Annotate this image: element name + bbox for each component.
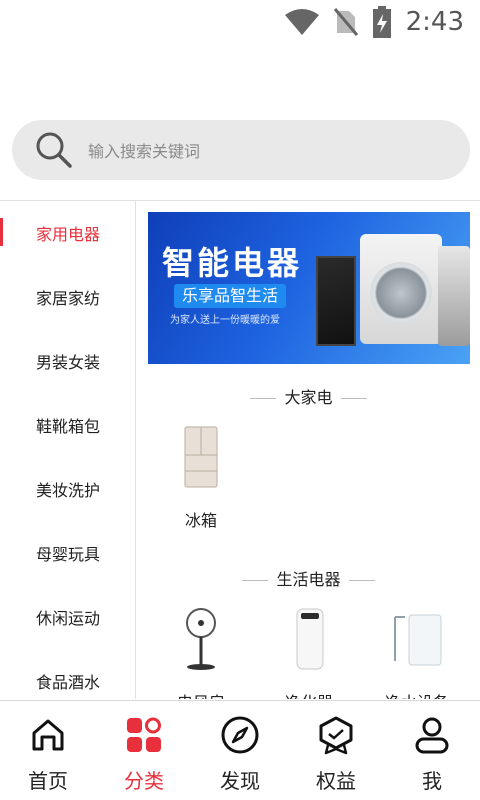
fan-icon: [186, 608, 216, 670]
tab-benefits[interactable]: 权益: [288, 701, 384, 800]
banner-pill: 乐享品智生活: [174, 284, 287, 308]
category-content: 智能电器 乐享品智生活 为家人送上一份暖暖的爱 大家电 冰箱 生活电器 电风扇: [137, 201, 480, 699]
product-label: 冰箱: [184, 511, 217, 530]
tab-label: 分类: [124, 769, 164, 793]
promo-banner[interactable]: 智能电器 乐享品智生活 为家人送上一份暖暖的爱: [148, 212, 470, 364]
tab-label: 权益: [316, 769, 356, 793]
sidebar-item-label: 家用电器: [36, 225, 101, 244]
sidebar-item-label: 美妆洗护: [36, 481, 101, 500]
sidebar-item-appliances[interactable]: 家用电器: [0, 201, 135, 265]
bottom-tab-bar: 首页 分类 发现 权益 我: [0, 700, 480, 800]
compass-icon: [221, 716, 259, 754]
sidebar-item-food-drinks[interactable]: 食品酒水: [0, 649, 135, 699]
status-bar: 2:43: [0, 0, 480, 48]
fridge-icon: [184, 426, 218, 488]
search-bar[interactable]: 输入搜索关键词: [12, 120, 470, 180]
sidebar-item-label: 男装女装: [36, 353, 101, 372]
sidebar-item-home-textiles[interactable]: 家居家纺: [0, 265, 135, 329]
category-icon: [127, 717, 161, 752]
banner-headline: 智能电器: [162, 244, 303, 282]
tab-home[interactable]: 首页: [0, 701, 96, 800]
user-icon: [415, 717, 449, 754]
sidebar-item-label: 鞋靴箱包: [36, 417, 101, 436]
status-time: 2:43: [405, 7, 464, 37]
product-fridge[interactable]: 冰箱: [151, 425, 251, 531]
product-fan[interactable]: 电风扇: [151, 607, 251, 699]
sidebar-item-beauty[interactable]: 美妆洗护: [0, 457, 135, 521]
sidebar-item-sports[interactable]: 休闲运动: [0, 585, 135, 649]
category-sidebar: 家用电器 家居家纺 男装女装 鞋靴箱包 美妆洗护 母婴玩具 休闲运动 食品酒水: [0, 201, 136, 699]
tab-label: 我: [422, 769, 442, 793]
sidebar-item-shoes-bags[interactable]: 鞋靴箱包: [0, 393, 135, 457]
product-water-purifier[interactable]: 净水设备: [367, 607, 467, 699]
product-label: 电风扇: [151, 689, 251, 699]
dryer-image: [438, 246, 470, 346]
sidebar-item-baby-toys[interactable]: 母婴玩具: [0, 521, 135, 585]
sidebar-item-label: 母婴玩具: [36, 545, 101, 564]
product-label: 净水设备: [367, 689, 467, 699]
no-sim-icon: [333, 8, 358, 36]
section-title: 生活电器: [137, 566, 480, 590]
search-icon: [36, 132, 72, 168]
tab-label: 首页: [28, 769, 68, 793]
sidebar-item-label: 休闲运动: [36, 609, 101, 628]
tab-discover[interactable]: 发现: [192, 701, 288, 800]
home-icon: [32, 719, 64, 751]
search-placeholder[interactable]: 输入搜索关键词: [88, 138, 200, 162]
wifi-icon: [284, 9, 319, 35]
tab-label: 发现: [220, 769, 260, 793]
washer-image: [360, 234, 442, 344]
tab-category[interactable]: 分类: [96, 701, 192, 800]
sidebar-item-label: 家居家纺: [36, 289, 101, 308]
section-title: 大家电: [137, 384, 480, 408]
water-purifier-icon: [394, 614, 442, 666]
product-label: 净化器: [259, 689, 359, 699]
badge-icon: [319, 716, 353, 755]
product-air-purifier[interactable]: 净化器: [259, 607, 359, 699]
tv-image: [316, 256, 356, 346]
sidebar-item-label: 食品酒水: [36, 673, 101, 692]
tab-me[interactable]: 我: [384, 701, 480, 800]
banner-tagline: 为家人送上一份暖暖的爱: [170, 315, 280, 326]
battery-charging-icon: [372, 6, 391, 38]
sidebar-item-clothing[interactable]: 男装女装: [0, 329, 135, 393]
air-purifier-icon: [296, 608, 324, 670]
